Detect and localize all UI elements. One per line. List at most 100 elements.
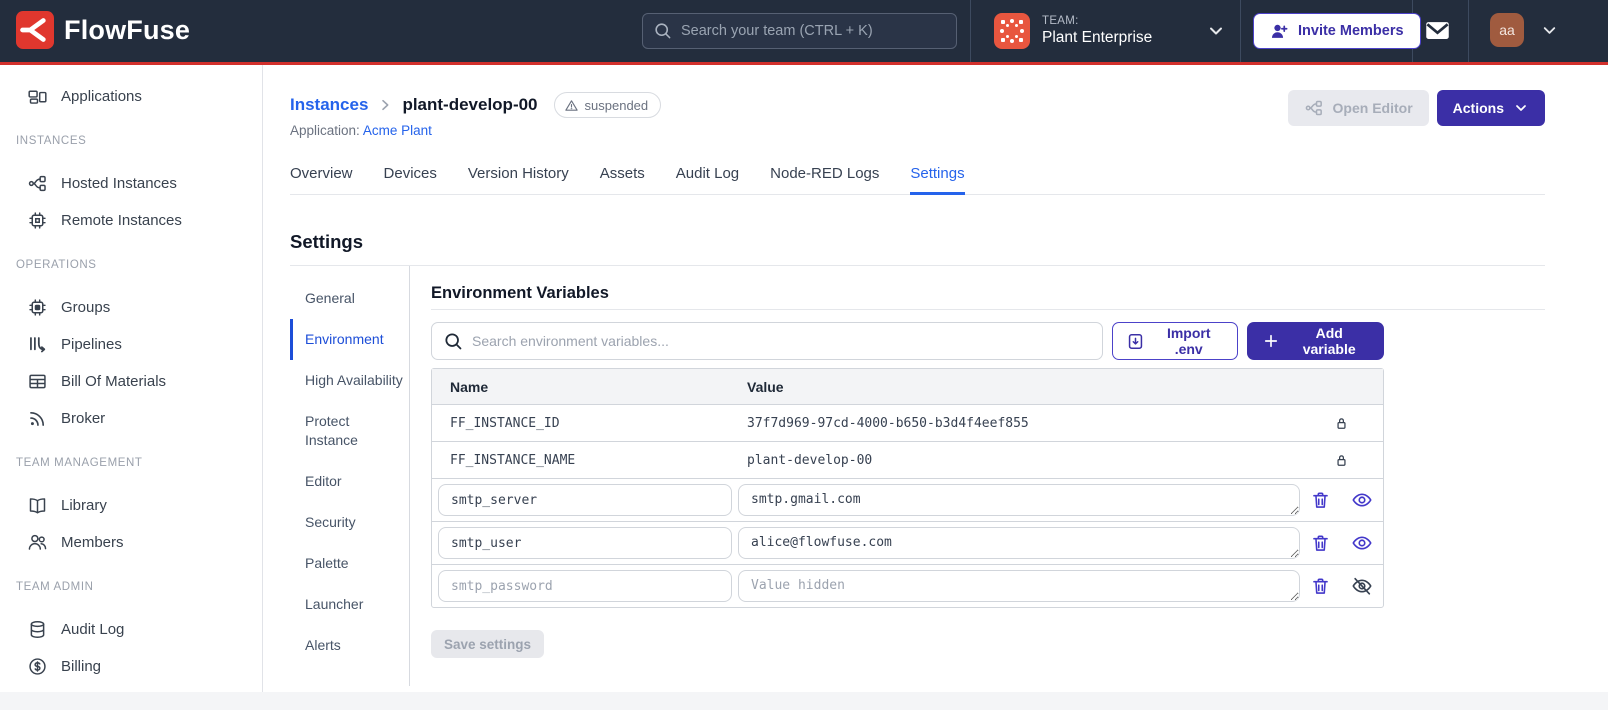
- sidebar-item-label: Remote Instances: [61, 212, 182, 229]
- show-value-eye-icon[interactable]: [1351, 532, 1373, 554]
- team-selector[interactable]: TEAM: Plant Enterprise: [972, 0, 1240, 62]
- env-var-name-input[interactable]: [438, 527, 732, 559]
- table-row: [432, 564, 1383, 607]
- env-var-value: plant-develop-00: [747, 452, 873, 468]
- team-label: TEAM:: [1042, 15, 1079, 27]
- sidebar-item-members[interactable]: Members: [0, 524, 262, 561]
- actions-button[interactable]: Actions: [1436, 90, 1545, 126]
- sidebar-item-label: Hosted Instances: [61, 175, 177, 192]
- warning-icon: [564, 98, 579, 113]
- env-search-input[interactable]: [431, 322, 1104, 360]
- subnav-palette[interactable]: Palette: [290, 543, 409, 584]
- team-search-input[interactable]: [642, 13, 957, 49]
- instance-name: plant-develop-00: [402, 95, 538, 114]
- tab-devices[interactable]: Devices: [384, 158, 437, 194]
- env-var-value-input[interactable]: smtp.gmail.com: [738, 484, 1300, 516]
- sidebar-item-label: Bill Of Materials: [61, 373, 167, 390]
- team-name: Plant Enterprise: [1042, 29, 1153, 46]
- delete-variable-button[interactable]: [1310, 490, 1331, 511]
- chevron-down-icon: [1540, 21, 1559, 40]
- environment-title: Environment Variables: [431, 284, 609, 302]
- table-row: FF_INSTANCE_NAME plant-develop-00: [432, 441, 1383, 478]
- sidebar-item-audit-log[interactable]: Audit Log: [0, 611, 262, 648]
- env-var-value-input[interactable]: alice@flowfuse.com: [738, 527, 1300, 559]
- invite-members-button[interactable]: Invite Members: [1253, 13, 1421, 49]
- application-link[interactable]: Acme Plant: [363, 123, 432, 138]
- sidebar-item-library[interactable]: Library: [0, 487, 262, 524]
- env-var-name-input[interactable]: [438, 484, 732, 516]
- show-value-eye-icon[interactable]: [1351, 489, 1373, 511]
- add-variable-button[interactable]: Add variable: [1247, 322, 1384, 360]
- flowfuse-logo[interactable]: FlowFuse: [16, 11, 190, 49]
- breadcrumb-instances-link[interactable]: Instances: [290, 95, 368, 115]
- table-row: FF_INSTANCE_ID 37f7d969-97cd-4000-b650-b…: [432, 404, 1383, 441]
- save-settings-button[interactable]: Save settings: [431, 630, 545, 658]
- delete-variable-button[interactable]: [1310, 533, 1331, 554]
- remote-instances-icon: [27, 210, 48, 231]
- team-avatar: [994, 13, 1030, 49]
- sidebar-item-groups[interactable]: Groups: [0, 289, 262, 326]
- search-icon: [653, 21, 672, 40]
- delete-variable-button[interactable]: [1310, 576, 1331, 597]
- user-menu[interactable]: aa: [1490, 13, 1559, 47]
- sidebar-item-label: Groups: [61, 299, 111, 316]
- sidebar-item-bill-of-materials[interactable]: Bill Of Materials: [0, 363, 262, 400]
- sidebar-section-team-admin: TEAM ADMIN Audit Log Billing: [0, 581, 262, 685]
- flowfuse-logo-icon: [16, 11, 54, 49]
- settings-subnav: General Environment High Availability Pr…: [290, 266, 409, 686]
- table-row: smtp.gmail.com: [432, 478, 1383, 521]
- sidebar-item-billing[interactable]: Billing: [0, 648, 262, 685]
- sidebar-item-remote-instances[interactable]: Remote Instances: [0, 202, 262, 239]
- subnav-high-availability[interactable]: High Availability: [290, 360, 409, 401]
- sidebar-item-pipelines[interactable]: Pipelines: [0, 326, 262, 363]
- subnav-editor[interactable]: Editor: [290, 461, 409, 502]
- instance-tabs: Overview Devices Version History Assets …: [290, 158, 1545, 195]
- hide-value-eye-off-icon[interactable]: [1351, 575, 1373, 597]
- application-label: Application:: [290, 123, 360, 138]
- open-editor-button[interactable]: Open Editor: [1287, 90, 1429, 126]
- subnav-general[interactable]: General: [290, 278, 409, 319]
- lock-icon: [1299, 453, 1383, 468]
- sidebar: Applications INSTANCES Hosted Instances …: [0, 65, 263, 692]
- editor-node-icon: [1304, 98, 1324, 118]
- lock-icon: [1299, 416, 1383, 431]
- sidebar-section-team-management: TEAM MANAGEMENT Library Members: [0, 457, 262, 561]
- import-env-label: Import .env: [1166, 325, 1211, 357]
- env-var-value-input[interactable]: [738, 570, 1300, 602]
- import-env-button[interactable]: Import .env: [1112, 322, 1239, 360]
- subnav-security[interactable]: Security: [290, 502, 409, 543]
- environment-toolbar: Import .env Add variable: [431, 322, 1384, 360]
- tab-overview[interactable]: Overview: [290, 158, 353, 194]
- audit-log-icon: [27, 619, 48, 640]
- tab-assets[interactable]: Assets: [600, 158, 645, 194]
- main-content: Instances plant-develop-00 suspended App…: [263, 65, 1608, 692]
- tab-node-red-logs[interactable]: Node-RED Logs: [770, 158, 879, 194]
- table-header: Name Value: [432, 369, 1383, 404]
- top-navbar: FlowFuse TEAM: Plant Enterprise Invite M…: [0, 0, 1608, 62]
- sidebar-section-instances: INSTANCES Hosted Instances Remote Instan…: [0, 135, 262, 239]
- tab-audit-log[interactable]: Audit Log: [676, 158, 739, 194]
- notifications-mail-icon[interactable]: [1424, 17, 1451, 44]
- header-divider: [1240, 0, 1241, 62]
- tab-version-history[interactable]: Version History: [468, 158, 569, 194]
- user-plus-icon: [1270, 22, 1289, 41]
- chevron-down-icon: [1513, 100, 1529, 116]
- tab-settings[interactable]: Settings: [910, 158, 965, 195]
- environment-section: Environment Variables Search environment…: [431, 266, 1545, 686]
- sidebar-item-hosted-instances[interactable]: Hosted Instances: [0, 165, 262, 202]
- instance-action-buttons: Open Editor Actions: [1287, 90, 1545, 126]
- subnav-launcher[interactable]: Launcher: [290, 584, 409, 625]
- subnav-alerts[interactable]: Alerts: [290, 625, 409, 666]
- env-var-name-input[interactable]: [438, 570, 732, 602]
- subnav-environment[interactable]: Environment: [290, 319, 409, 360]
- header-divider: [1468, 0, 1469, 62]
- user-avatar: aa: [1490, 13, 1524, 47]
- status-badge-label: suspended: [584, 97, 649, 113]
- search-icon: [443, 331, 463, 351]
- billing-icon: [27, 656, 48, 677]
- sidebar-item-broker[interactable]: Broker: [0, 400, 262, 437]
- subnav-protect-instance[interactable]: Protect Instance: [290, 401, 409, 461]
- sidebar-item-applications[interactable]: Applications: [0, 78, 262, 115]
- sidebar-item-label: Pipelines: [61, 336, 122, 353]
- broker-icon: [27, 408, 48, 429]
